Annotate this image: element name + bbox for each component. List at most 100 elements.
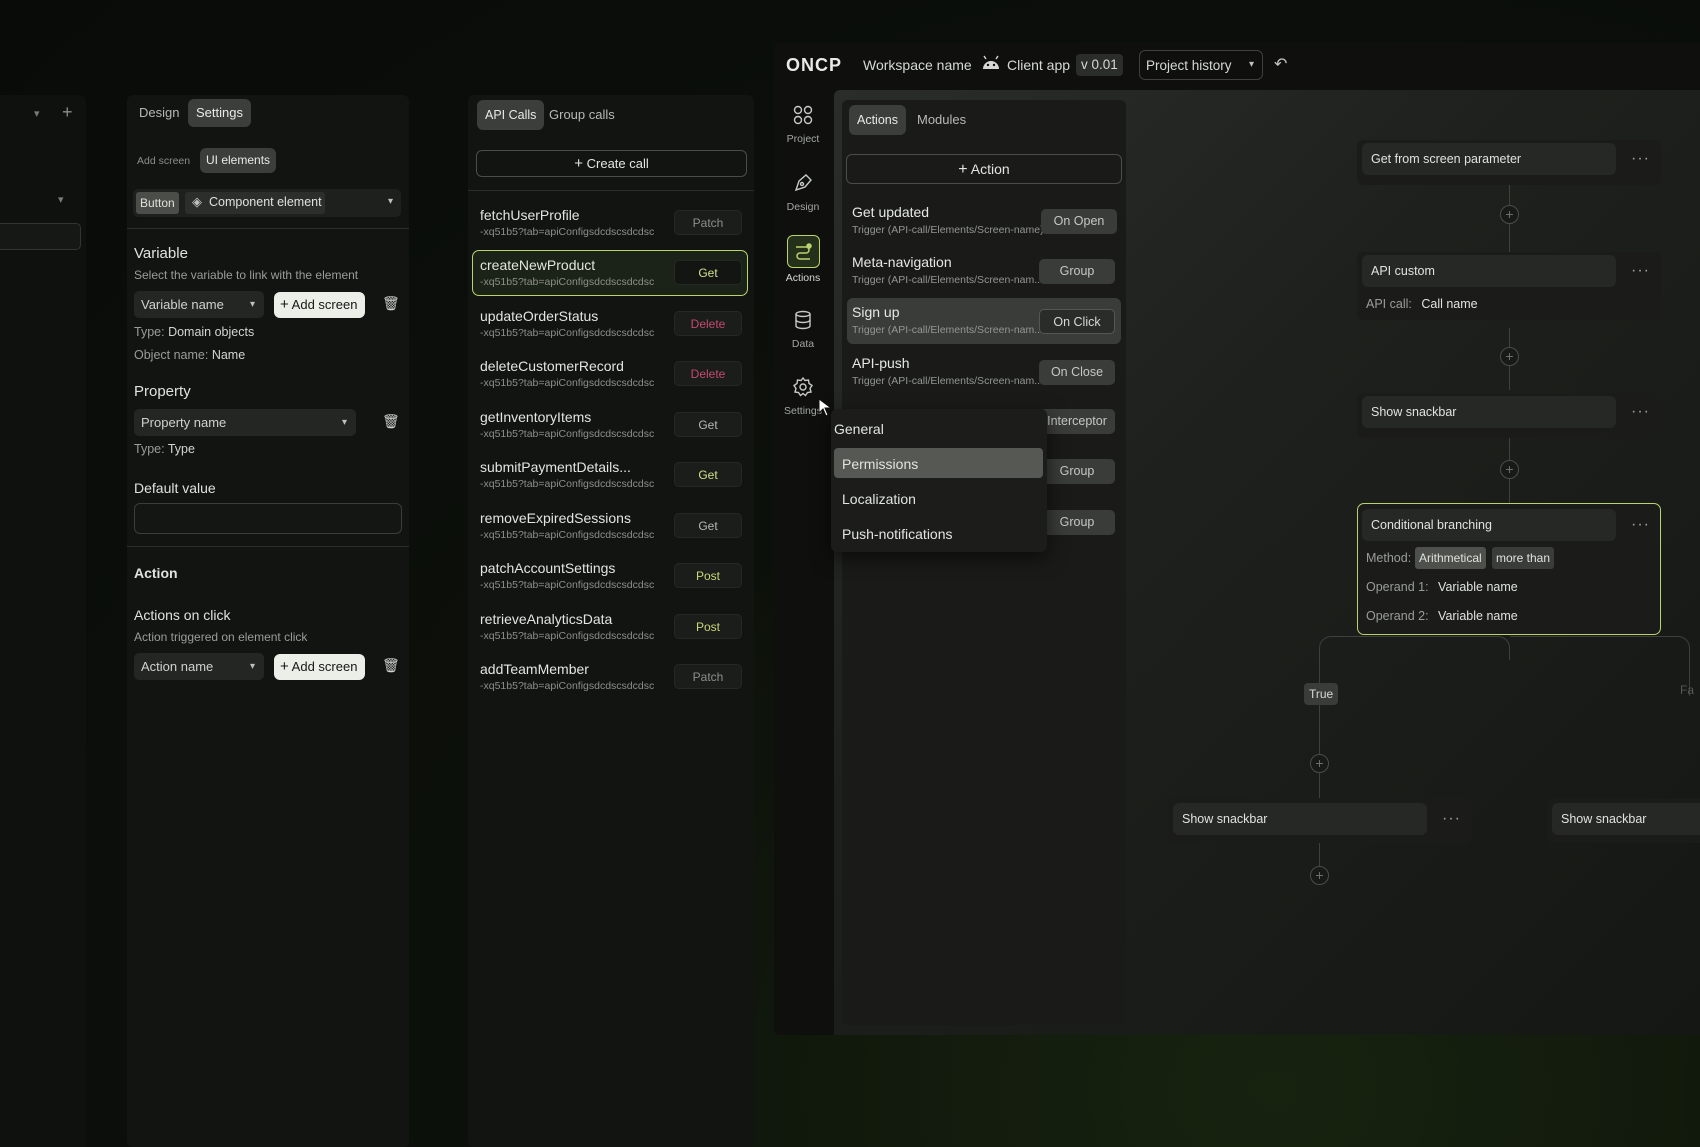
add-screen-button[interactable]: + Add screen xyxy=(274,292,366,318)
api-call-row: API call: Call name xyxy=(1366,297,1478,311)
element-settings-panel: Design Settings Add screen UI elements B… xyxy=(127,95,409,1147)
menu-item-general[interactable]: General xyxy=(834,421,884,437)
branch-false-label: Fa xyxy=(1680,683,1695,697)
method-badge: Get xyxy=(674,260,742,285)
more-icon[interactable]: ··· xyxy=(1631,262,1650,280)
trigger-badge: Group xyxy=(1039,510,1115,535)
flow-node-snackbar[interactable]: Show snackbar xyxy=(1362,396,1616,428)
version-badge: v 0.01 xyxy=(1076,54,1123,76)
workspace-name[interactable]: Workspace name xyxy=(863,57,972,73)
variable-hint: Select the variable to link with the ele… xyxy=(134,268,359,282)
api-call-item-selected[interactable]: createNewProduct -xq51b5?tab=apiConfigsd… xyxy=(472,250,748,296)
add-action-button[interactable]: + Action xyxy=(846,154,1122,184)
api-call-item[interactable]: deleteCustomerRecord -xq51b5?tab=apiConf… xyxy=(472,351,748,397)
chevron-down-icon: ▾ xyxy=(249,299,255,310)
rail-item-project[interactable]: Project xyxy=(776,104,830,145)
api-call-item[interactable]: retrieveAnalyticsData -xq51b5?tab=apiCon… xyxy=(472,604,748,650)
app-name[interactable]: Client app xyxy=(1007,57,1070,73)
flow-branch-connector xyxy=(1510,636,1690,696)
plus-icon: + xyxy=(280,296,289,313)
variable-select-value: Variable name xyxy=(141,297,224,312)
rail-item-design[interactable]: Design xyxy=(776,172,830,213)
chevron-down-icon[interactable]: ▾ xyxy=(58,193,64,206)
api-call-item[interactable]: getInventoryItems -xq51b5?tab=apiConfigs… xyxy=(472,402,748,448)
property-select-value: Property name xyxy=(141,415,227,430)
tab-group-calls[interactable]: Group calls xyxy=(541,100,623,130)
method-badge: Get xyxy=(674,513,742,538)
add-icon[interactable]: + xyxy=(62,102,73,123)
api-call-item[interactable]: addTeamMember -xq51b5?tab=apiConfigsdcds… xyxy=(472,654,748,700)
more-icon[interactable]: ··· xyxy=(1631,403,1650,421)
add-step-icon[interactable]: + xyxy=(1310,866,1329,885)
property-select[interactable]: Property name ▾ xyxy=(134,409,356,436)
tab-design[interactable]: Design xyxy=(131,99,187,127)
menu-item-localization[interactable]: Localization xyxy=(842,491,916,507)
more-icon[interactable]: ··· xyxy=(1631,516,1650,534)
project-history-select[interactable]: Project history ▾ xyxy=(1139,50,1263,80)
branch-operand-1: Operand 1: Variable name xyxy=(1366,580,1518,594)
diamond-icon: ◈ xyxy=(192,194,202,209)
tab-settings[interactable]: Settings xyxy=(188,99,251,127)
default-value-title: Default value xyxy=(134,480,216,496)
flow-node-snackbar[interactable]: Show snackbar xyxy=(1552,803,1700,835)
variable-type: Type: Domain objects xyxy=(134,325,255,339)
trigger-badge: On Click xyxy=(1039,309,1115,334)
flow-connector xyxy=(1319,658,1320,802)
flow-branch-connector xyxy=(1319,636,1510,660)
subtab-ui-elements[interactable]: UI elements xyxy=(200,148,277,173)
action-select[interactable]: Action name ▾ xyxy=(134,653,264,680)
api-call-item[interactable]: patchAccountSettings -xq51b5?tab=apiConf… xyxy=(472,553,748,599)
action-item[interactable]: API-push Trigger (API-call/Elements/Scre… xyxy=(847,349,1121,395)
variable-select[interactable]: Variable name ▾ xyxy=(134,291,264,318)
create-call-button[interactable]: + Create call xyxy=(476,150,747,177)
method-badge: Patch xyxy=(674,664,742,689)
more-icon[interactable]: ··· xyxy=(1631,150,1650,168)
trash-icon[interactable]: 🗑 xyxy=(382,657,400,674)
action-item[interactable]: Get updated Trigger (API-call/Elements/S… xyxy=(847,198,1121,244)
api-call-item[interactable]: submitPaymentDetails... -xq51b5?tab=apiC… xyxy=(472,452,748,498)
rail-item-data[interactable]: Data xyxy=(776,309,830,350)
trash-icon[interactable]: 🗑 xyxy=(382,413,400,430)
subtab-add-screen[interactable]: Add screen xyxy=(133,149,194,173)
add-step-icon[interactable]: + xyxy=(1500,205,1519,224)
trigger-badge: Interceptor xyxy=(1039,409,1115,434)
method-badge: Post xyxy=(674,614,742,639)
add-action-label: Action xyxy=(970,161,1010,177)
property-title: Property xyxy=(134,383,191,400)
api-call-item[interactable]: updateOrderStatus -xq51b5?tab=apiConfigs… xyxy=(472,301,748,347)
tab-modules[interactable]: Modules xyxy=(909,105,974,135)
action-item-selected[interactable]: Sign up Trigger (API-call/Elements/Scree… xyxy=(847,298,1121,344)
action-item[interactable]: Meta-navigation Trigger (API-call/Elemen… xyxy=(847,248,1121,294)
actions-on-click-title: Actions on click xyxy=(134,607,231,623)
action-select-value: Action name xyxy=(141,659,214,674)
more-icon[interactable]: ··· xyxy=(1442,810,1461,828)
flow-node-snackbar[interactable]: Show snackbar xyxy=(1173,803,1427,835)
tab-actions[interactable]: Actions xyxy=(849,105,906,135)
tab-api-calls[interactable]: API Calls xyxy=(477,100,545,130)
flow-node-get-param[interactable]: Get from screen parameter xyxy=(1362,143,1616,175)
flow-node-api-custom[interactable]: API custom xyxy=(1362,255,1616,287)
menu-item-permissions[interactable]: Permissions xyxy=(842,456,918,472)
gear-icon xyxy=(793,376,813,397)
branch-method-operator[interactable]: more than xyxy=(1492,547,1555,569)
chevron-down-icon: ▾ xyxy=(249,661,255,672)
element-selector[interactable]: Button ◈ Component element ▾ xyxy=(133,189,401,217)
add-step-icon[interactable]: + xyxy=(1500,460,1519,479)
branch-method-value[interactable]: Arithmetical xyxy=(1415,547,1486,569)
chevron-down-icon[interactable]: ▾ xyxy=(34,107,40,120)
add-step-icon[interactable]: + xyxy=(1310,754,1329,773)
trash-icon[interactable]: 🗑 xyxy=(382,295,400,312)
add-screen-label: Add screen xyxy=(291,659,358,674)
selected-field[interactable] xyxy=(0,223,81,250)
actions-flow-icon xyxy=(786,235,820,268)
actions-on-click-hint: Action triggered on element click xyxy=(134,630,308,644)
api-call-item[interactable]: removeExpiredSessions -xq51b5?tab=apiCon… xyxy=(472,503,748,549)
undo-icon[interactable]: ↶ xyxy=(1274,54,1287,74)
api-call-item[interactable]: fetchUserProfile -xq51b5?tab=apiConfigsd… xyxy=(472,200,748,246)
rail-item-actions[interactable]: Actions xyxy=(776,235,830,284)
add-screen-button[interactable]: + Add screen xyxy=(274,654,366,680)
project-history-label: Project history xyxy=(1146,58,1232,73)
menu-item-push-notifications[interactable]: Push-notifications xyxy=(842,526,953,542)
default-value-input[interactable] xyxy=(134,503,402,534)
add-step-icon[interactable]: + xyxy=(1500,347,1519,366)
